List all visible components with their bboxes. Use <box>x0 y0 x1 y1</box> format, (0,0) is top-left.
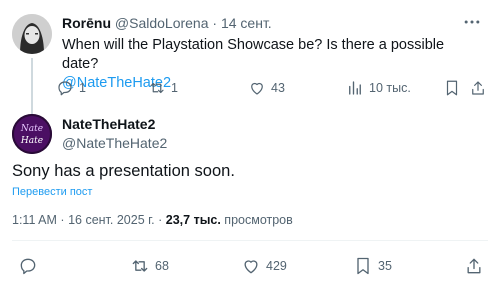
tweet-bookmark-button[interactable]: 35 <box>353 256 392 276</box>
reply-views-button[interactable]: 10 тыс. <box>346 79 411 97</box>
reply-date[interactable]: 14 сент. <box>221 15 272 31</box>
more-icon <box>464 20 480 24</box>
tweet-text: Sony has a presentation soon. <box>12 162 235 180</box>
translate-post-link[interactable]: Перевести пост <box>12 186 92 198</box>
tweet-reply-button[interactable] <box>18 256 38 276</box>
tweet-like-count: 429 <box>266 259 287 273</box>
bookmark-icon <box>446 80 458 96</box>
tweet-meta-separator: · <box>60 213 65 227</box>
reply-reply-count: 1 <box>79 81 86 95</box>
bookmark-icon <box>357 257 369 275</box>
tweet-author-avatar[interactable]: Nate Hate <box>12 114 52 154</box>
avatar-text-nate: Nate <box>20 124 43 134</box>
reply-icon <box>20 258 36 275</box>
tweet-author-handle[interactable]: @NateTheHate2 <box>62 135 167 151</box>
tweet-repost-button[interactable]: 68 <box>130 256 169 276</box>
tweet-views-label: просмотров <box>224 213 293 227</box>
reply-date-separator: · <box>212 15 218 31</box>
thread-connector-line <box>31 58 33 114</box>
reply-body: When will the Playstation Showcase be? I… <box>62 37 445 72</box>
tweet-time[interactable]: 1:11 AM <box>12 213 57 227</box>
reply-bookmark-button[interactable] <box>443 79 461 97</box>
reply-repost-count: 1 <box>171 81 178 95</box>
share-icon <box>472 81 484 95</box>
tweet-date[interactable]: 16 сент. 2025 г. <box>68 213 155 227</box>
views-icon <box>349 81 361 95</box>
avatar-text-hate: Hate <box>20 136 43 146</box>
tweet-meta: 1:11 AM · 16 сент. 2025 г. · 23,7 тыс. п… <box>12 213 293 227</box>
tweet-like-button[interactable]: 429 <box>241 256 287 276</box>
repost-icon <box>132 260 148 272</box>
tweet-meta-separator-2: · <box>158 213 163 227</box>
more-options-button[interactable] <box>462 12 486 32</box>
tweet-views-count[interactable]: 23,7 тыс. <box>166 213 221 227</box>
reply-author-header: Rorēnu @SaldoLorena · 14 сент. <box>62 15 272 31</box>
tweet-repost-count: 68 <box>155 259 169 273</box>
reply-author-name[interactable]: Rorēnu <box>62 15 111 31</box>
tweet-author-name[interactable]: NateTheHate2 <box>62 116 155 132</box>
reply-like-button[interactable]: 43 <box>248 79 285 97</box>
reply-author-avatar[interactable] <box>12 14 52 54</box>
reply-icon <box>58 81 72 96</box>
reply-author-handle[interactable]: @SaldoLorena <box>115 15 209 31</box>
reply-views-count: 10 тыс. <box>369 81 411 95</box>
reply-like-count: 43 <box>271 81 285 95</box>
like-icon <box>251 82 263 95</box>
repost-icon <box>150 82 164 94</box>
reply-reply-button[interactable]: 1 <box>56 79 86 97</box>
tweet-share-button[interactable] <box>464 256 484 276</box>
reply-share-button[interactable] <box>469 79 487 97</box>
share-icon <box>467 258 481 274</box>
reply-repost-button[interactable]: 1 <box>148 79 178 97</box>
tweet-bookmark-count: 35 <box>378 259 392 273</box>
like-icon <box>244 260 258 274</box>
divider <box>12 240 488 241</box>
